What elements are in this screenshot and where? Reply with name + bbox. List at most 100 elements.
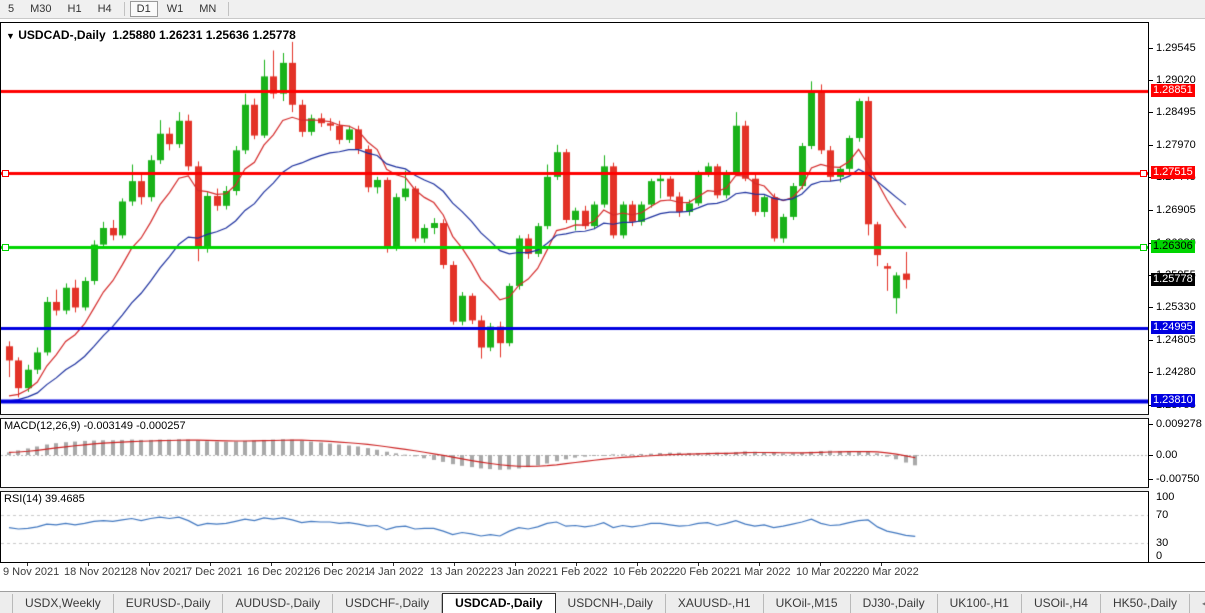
chart-ohlc-values: 1.25880 1.26231 1.25636 1.25778 [112, 28, 296, 42]
axis-tick-mark [1149, 80, 1153, 81]
chart-tab-hk50-daily[interactable]: HK50-,Daily [1101, 594, 1190, 613]
date-axis-label: 10 Feb 2022 [613, 566, 675, 578]
date-axis-label: 20 Mar 2022 [857, 566, 919, 578]
rsi-pane-canvas[interactable] [1, 492, 1148, 561]
price-level-badge: 1.27515 [1151, 166, 1195, 179]
date-tick-mark [637, 563, 638, 566]
timeframe-button-d1[interactable]: D1 [130, 1, 158, 17]
rsi-axis-label: 30 [1156, 537, 1168, 549]
date-tick-mark [271, 563, 272, 566]
timeframe-button-5[interactable]: 5 [1, 1, 21, 17]
pane-separator-macd[interactable] [0, 414, 1205, 419]
macd-axis-label: 0.00 [1156, 449, 1177, 461]
price-axis-tick-label: 1.25330 [1156, 301, 1196, 313]
chart-title: ▼ USDCAD-,Daily 1.25880 1.26231 1.25636 … [6, 28, 296, 42]
axis-tick-mark [1149, 112, 1153, 113]
date-axis-label: 28 Nov 2021 [125, 566, 187, 578]
toolbar-separator [124, 2, 125, 16]
timeframe-toolbar: 5M30H1H4 D1W1MN [0, 0, 1205, 19]
axis-tick-mark [1149, 48, 1153, 49]
rsi-name: RSI(14) [4, 493, 42, 505]
date-tick-mark [149, 563, 150, 566]
price-axis[interactable]: 1.295451.290201.284951.279701.274451.269… [1149, 22, 1205, 562]
chart-tab-uk100-h1[interactable]: UK100-,H1 [938, 594, 1022, 613]
axis-tick-mark [1149, 372, 1153, 373]
price-level-badge: 1.28851 [1151, 84, 1195, 97]
date-axis-label: 4 Jan 2022 [369, 566, 423, 578]
chart-tab-xauusd-h1[interactable]: XAUUSD-,H1 [666, 594, 764, 613]
hline-drag-handle[interactable] [2, 244, 9, 251]
chart-tab-bar: USDX,WeeklyEURUSD-,DailyAUDUSD-,DailyUSD… [0, 591, 1205, 613]
price-level-badge: 1.24995 [1151, 321, 1195, 334]
date-tick-mark [454, 563, 455, 566]
macd-axis-label: 0.009278 [1156, 418, 1202, 430]
date-axis-label: 20 Feb 2022 [674, 566, 736, 578]
date-tick-mark [759, 563, 760, 566]
chart-tab-eurusd-daily[interactable]: EURUSD-,Daily [114, 594, 224, 613]
price-axis-tick-label: 1.27970 [1156, 139, 1196, 151]
date-axis-label: 1 Feb 2022 [552, 566, 608, 578]
date-tick-mark [88, 563, 89, 566]
rsi-indicator-label: RSI(14) 39.4685 [4, 493, 85, 505]
axis-tick-mark [1149, 145, 1153, 146]
chart-tab-usdcad-daily[interactable]: USDCAD-,Daily [442, 593, 555, 613]
chart-tab-audusd-daily[interactable]: AUDUSD-,Daily [223, 594, 333, 613]
date-tick-mark [27, 563, 28, 566]
axis-tick-mark [1149, 455, 1153, 456]
date-axis-label: 13 Jan 2022 [430, 566, 491, 578]
price-axis-tick-label: 1.26905 [1156, 204, 1196, 216]
chart-symbol-label: USDCAD-,Daily [18, 28, 105, 42]
date-tick-mark [576, 563, 577, 566]
date-tick-mark [698, 563, 699, 566]
price-axis-tick-label: 1.24805 [1156, 334, 1196, 346]
date-tick-mark [393, 563, 394, 566]
chart-tab-ukoil-m15[interactable]: UKOil-,M15 [764, 594, 851, 613]
date-axis-label: 9 Nov 2021 [3, 566, 59, 578]
price-axis-tick-label: 1.29545 [1156, 42, 1196, 54]
date-tick-mark [881, 563, 882, 566]
price-level-badge: 1.23810 [1151, 394, 1195, 407]
chart-tab-usoil-h4[interactable]: USOil-,H4 [1022, 594, 1101, 613]
macd-name: MACD(12,26,9) [4, 420, 80, 432]
axis-tick-mark [1149, 340, 1153, 341]
price-axis-tick-label: 1.28495 [1156, 106, 1196, 118]
price-level-badge: 1.26306 [1151, 240, 1195, 253]
date-axis-label: 18 Nov 2021 [64, 566, 126, 578]
hline-drag-handle[interactable] [1140, 170, 1147, 177]
axis-tick-mark [1149, 210, 1153, 211]
rsi-axis-label: 70 [1156, 509, 1168, 521]
macd-value-main: -0.003149 [83, 420, 133, 432]
timeframe-button-w1[interactable]: W1 [160, 1, 191, 17]
timeframe-button-h4[interactable]: H4 [91, 1, 119, 17]
date-axis-label: 7 Dec 2021 [186, 566, 242, 578]
current-price-badge: 1.25778 [1151, 273, 1195, 286]
rsi-value: 39.4685 [45, 493, 85, 505]
tab-scroll-arrows: ◀▶ [1196, 599, 1205, 608]
chart-tab-dj30-daily[interactable]: DJ30-,Daily [851, 594, 938, 613]
hline-drag-handle[interactable] [1140, 244, 1147, 251]
chart-tab-usdcnh-daily[interactable]: USDCNH-,Daily [556, 594, 666, 613]
chart-tab-usdx-weekly[interactable]: USDX,Weekly [12, 594, 114, 613]
timeframe-button-m30[interactable]: M30 [23, 1, 58, 17]
timeframe-button-mn[interactable]: MN [192, 1, 223, 17]
toolbar-separator [228, 2, 229, 16]
date-tick-mark [332, 563, 333, 566]
timeframe-button-h1[interactable]: H1 [61, 1, 89, 17]
macd-indicator-label: MACD(12,26,9) -0.003149 -0.000257 [4, 420, 186, 432]
rsi-axis-label: 0 [1156, 550, 1162, 562]
hline-drag-handle[interactable] [2, 170, 9, 177]
date-axis-label: 1 Mar 2022 [735, 566, 791, 578]
price-chart-canvas[interactable] [1, 23, 1148, 414]
date-axis-label: 26 Dec 2021 [308, 566, 370, 578]
macd-axis-label: -0.00750 [1156, 473, 1199, 485]
axis-tick-mark [1149, 479, 1153, 480]
date-tick-mark [210, 563, 211, 566]
axis-tick-mark [1149, 307, 1153, 308]
symbol-dropdown-icon[interactable]: ▼ [6, 31, 15, 41]
date-axis-label: 10 Mar 2022 [796, 566, 858, 578]
axis-tick-mark [1149, 424, 1153, 425]
date-tick-mark [515, 563, 516, 566]
chart-frame-bottom [0, 562, 1205, 563]
trading-terminal-window: 5M30H1H4 D1W1MN ▼ USDCAD-,Daily 1.25880 1… [0, 0, 1205, 613]
chart-tab-usdchf-daily[interactable]: USDCHF-,Daily [333, 594, 442, 613]
